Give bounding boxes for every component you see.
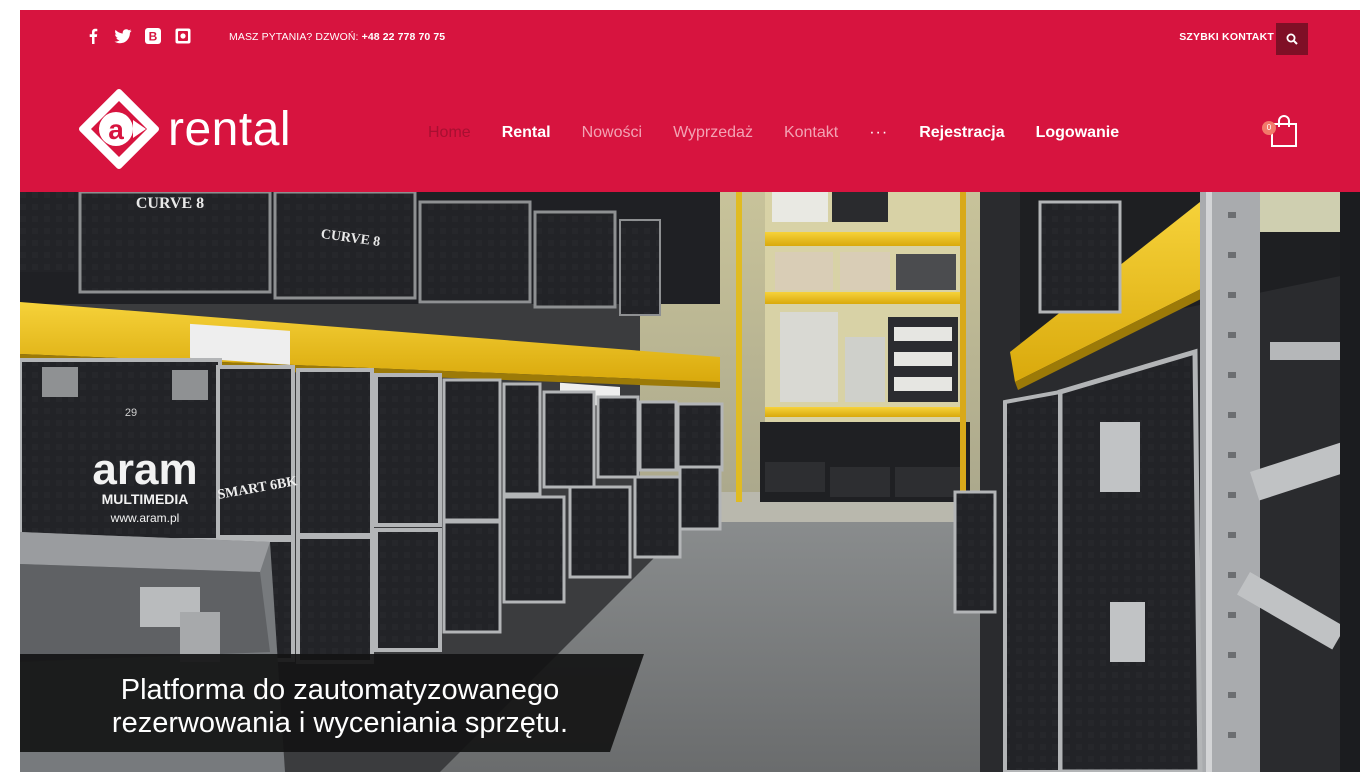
aram-brand-sub: MULTIMEDIA [102, 491, 189, 507]
behance-icon[interactable]: B [144, 27, 162, 45]
cart-button[interactable]: 0 [1262, 114, 1300, 148]
logo-text: rental [168, 102, 292, 156]
aram-brand-url: www.aram.pl [110, 511, 180, 525]
search-button[interactable] [1276, 23, 1308, 55]
cart-count-badge: 0 [1262, 121, 1276, 135]
search-icon [1286, 33, 1298, 45]
svg-text:B: B [149, 30, 158, 44]
phone-number[interactable]: +48 22 778 70 75 [362, 31, 446, 43]
nav-nowosci[interactable]: Nowości [582, 124, 642, 142]
aram-brand-text: aram [92, 445, 197, 494]
page: B MASZ PYTANIA? DZWOŃ: +48 22 778 70 75 … [20, 10, 1360, 772]
site-logo[interactable]: a rental [78, 88, 338, 170]
instagram-icon[interactable] [174, 27, 192, 45]
top-bar: B MASZ PYTANIA? DZWOŃ: +48 22 778 70 75 … [20, 10, 1360, 64]
social-links: B [84, 27, 192, 45]
logo-mark-icon: a [79, 89, 159, 169]
case-label-curve8: CURVE 8 [136, 195, 204, 212]
phone-contact: MASZ PYTANIA? DZWOŃ: +48 22 778 70 75 [229, 31, 445, 43]
nav-wyprzedaz[interactable]: Wyprzedaż [673, 124, 753, 142]
twitter-icon[interactable] [114, 27, 132, 45]
case-number: 29 [125, 407, 137, 419]
hero-caption: Platforma do zautomatyzowanego rezerwowa… [20, 654, 644, 752]
nav-rental[interactable]: Rental [502, 124, 551, 142]
nav-rejestracja[interactable]: Rejestracja [919, 124, 1004, 142]
caption-line-2: rezerwowania i wyceniania sprzętu. [111, 707, 569, 739]
nav-kontakt[interactable]: Kontakt [784, 124, 838, 142]
nav-home[interactable]: Home [428, 124, 471, 142]
phone-prefix: MASZ PYTANIA? DZWOŃ: [229, 31, 362, 43]
svg-text:a: a [108, 114, 124, 145]
quick-contact-link[interactable]: SZYBKI KONTAKT [1179, 31, 1274, 43]
hero-caption-text: Platforma do zautomatyzowanego rezerwowa… [60, 674, 620, 740]
nav-logowanie[interactable]: Logowanie [1036, 124, 1120, 142]
hero-banner: CURVE 8 CURVE 8 29 aram MULTIMEDIA www.a… [20, 192, 1360, 772]
caption-line-1: Platforma do zautomatyzowanego [120, 674, 560, 706]
facebook-icon[interactable] [84, 27, 102, 45]
site-header: B MASZ PYTANIA? DZWOŃ: +48 22 778 70 75 … [20, 10, 1360, 192]
nav-more[interactable]: ··· [869, 124, 888, 142]
main-nav: Home Rental Nowości Wyprzedaż Kontakt ··… [428, 124, 1150, 142]
